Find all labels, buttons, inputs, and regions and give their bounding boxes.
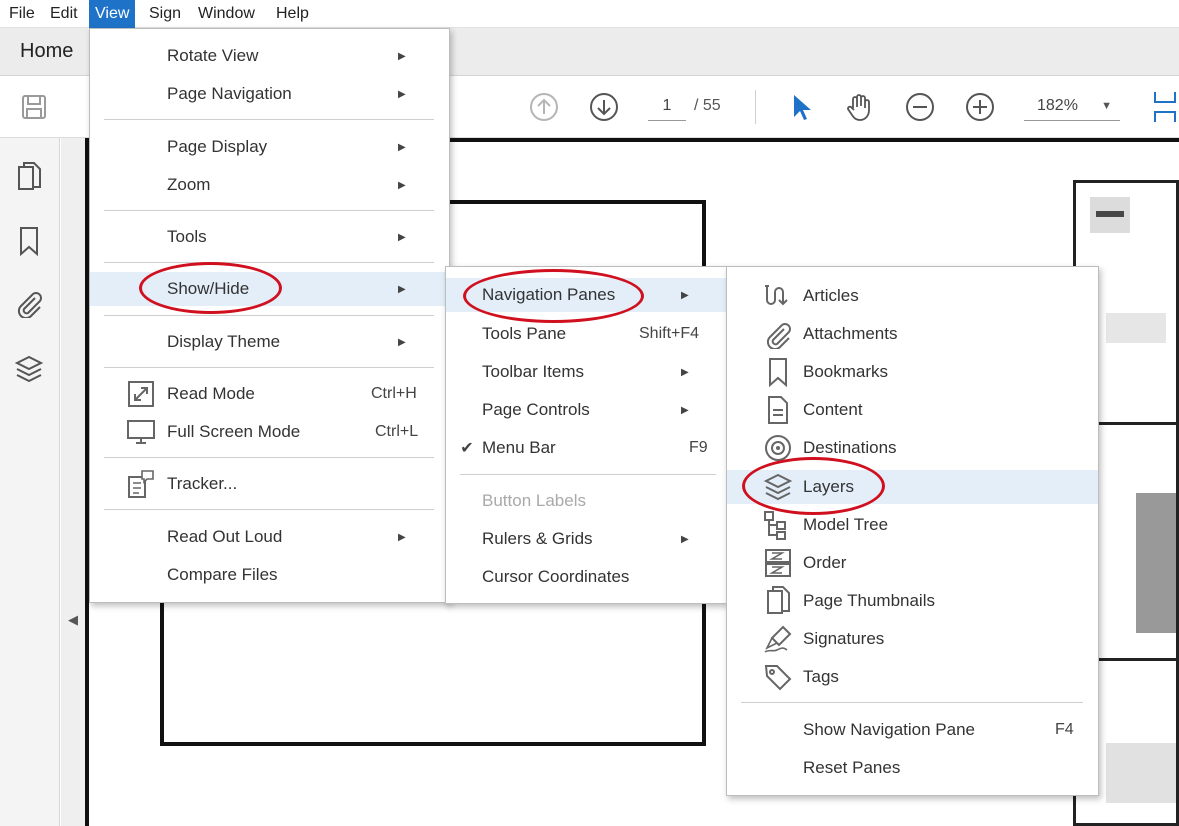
page-thumbnails-icon[interactable]: [12, 160, 46, 194]
toolbar-divider: [755, 90, 756, 124]
page-number-input[interactable]: 1: [648, 91, 686, 121]
menu-item-display-theme[interactable]: Display Theme ▶: [90, 325, 449, 359]
menu-help[interactable]: Help: [270, 0, 315, 28]
menu-item-order[interactable]: Order: [727, 546, 1098, 580]
paperclip-icon[interactable]: [12, 286, 46, 320]
tracker-icon: [126, 469, 156, 499]
hand-tool-icon[interactable]: [843, 91, 875, 123]
submenu-arrow-icon: ▶: [398, 532, 406, 543]
menu-item-signatures[interactable]: Signatures: [727, 622, 1098, 656]
order-icon: [763, 548, 793, 578]
zoom-value: 182%: [1037, 97, 1078, 114]
submenu-arrow-icon: ▶: [398, 89, 406, 100]
submenu-arrow-icon: ▶: [398, 142, 406, 153]
menu-view[interactable]: View: [89, 0, 135, 28]
next-page-icon[interactable]: [588, 91, 620, 123]
submenu-arrow-icon: ▶: [681, 405, 689, 416]
annotation-circle-layers: [742, 457, 885, 515]
paperclip-icon: [763, 319, 793, 349]
menu-item-menu-bar[interactable]: ✔ Menu Bar F9: [446, 431, 726, 465]
fit-page-icon[interactable]: [1148, 91, 1179, 123]
articles-icon: [763, 281, 793, 311]
navigation-panes-submenu: Articles Attachments Bookmarks Content D…: [726, 266, 1099, 796]
layers-icon[interactable]: [12, 352, 46, 386]
menu-bar: File Edit View Sign Window Help: [0, 0, 1179, 28]
menu-file[interactable]: File: [3, 0, 41, 28]
signature-pen-icon: [763, 624, 793, 654]
menu-edit[interactable]: Edit: [44, 0, 84, 28]
page-thumbnails-icon: [763, 586, 793, 616]
menu-item-tools-pane[interactable]: Tools Pane Shift+F4: [446, 317, 726, 351]
menu-separator: [460, 474, 716, 475]
menu-item-page-controls[interactable]: Page Controls ▶: [446, 393, 726, 427]
submenu-arrow-icon: ▶: [398, 180, 406, 191]
menu-item-attachments[interactable]: Attachments: [727, 317, 1098, 351]
save-icon[interactable]: [18, 91, 50, 123]
menu-item-toolbar-items[interactable]: Toolbar Items ▶: [446, 355, 726, 389]
menu-item-articles[interactable]: Articles: [727, 279, 1098, 313]
menu-window[interactable]: Window: [192, 0, 261, 28]
menu-item-full-screen-mode[interactable]: Full Screen Mode Ctrl+L: [90, 415, 449, 449]
submenu-arrow-icon: ▶: [398, 51, 406, 62]
menu-separator: [104, 367, 434, 368]
submenu-arrow-icon: ▶: [398, 337, 406, 348]
menu-separator: [104, 119, 434, 120]
checkmark-icon: ✔: [452, 433, 482, 463]
menu-item-model-tree[interactable]: Model Tree: [727, 508, 1098, 542]
menu-item-page-navigation[interactable]: Page Navigation ▶: [90, 77, 449, 111]
submenu-arrow-icon: ▶: [398, 284, 406, 295]
menu-separator: [104, 509, 434, 510]
menu-item-read-out-loud[interactable]: Read Out Loud ▶: [90, 520, 449, 554]
menu-item-read-mode[interactable]: Read Mode Ctrl+H: [90, 377, 449, 411]
navigation-rail: [0, 138, 60, 826]
zoom-select[interactable]: 182% ▼: [1024, 91, 1120, 121]
menu-separator: [104, 457, 434, 458]
full-screen-icon: [126, 417, 156, 447]
zoom-in-icon[interactable]: [964, 91, 996, 123]
menu-item-cursor-coordinates[interactable]: Cursor Coordinates: [446, 560, 726, 594]
menu-item-show-navigation-pane[interactable]: Show Navigation Pane F4: [727, 713, 1098, 747]
annotation-circle-show-hide: [139, 262, 282, 314]
submenu-arrow-icon: ▶: [681, 367, 689, 378]
menu-item-tags[interactable]: Tags: [727, 660, 1098, 694]
collapse-pane-arrow-icon[interactable]: ◀: [68, 612, 78, 628]
menu-item-zoom[interactable]: Zoom ▶: [90, 168, 449, 202]
menu-separator: [104, 315, 434, 316]
read-mode-icon: [126, 379, 156, 409]
menu-item-page-thumbnails[interactable]: Page Thumbnails: [727, 584, 1098, 618]
menu-item-page-display[interactable]: Page Display ▶: [90, 130, 449, 164]
submenu-arrow-icon: ▶: [681, 534, 689, 545]
menu-item-bookmarks[interactable]: Bookmarks: [727, 355, 1098, 389]
zoom-out-icon[interactable]: [904, 91, 936, 123]
menu-item-button-labels: Button Labels: [446, 484, 726, 518]
menu-item-rotate-view[interactable]: Rotate View ▶: [90, 39, 449, 73]
menu-item-compare-files[interactable]: Compare Files: [90, 558, 449, 592]
menu-separator: [741, 702, 1083, 703]
menu-separator: [104, 262, 434, 263]
bookmark-icon: [763, 357, 793, 387]
menu-sign[interactable]: Sign: [143, 0, 187, 28]
content-icon: [763, 395, 793, 425]
menu-item-rulers-grids[interactable]: Rulers & Grids ▶: [446, 522, 726, 556]
chevron-down-icon: ▼: [1101, 91, 1112, 121]
select-arrow-icon[interactable]: [784, 91, 816, 123]
menu-separator: [104, 210, 434, 211]
menu-item-content[interactable]: Content: [727, 393, 1098, 427]
menu-item-tools[interactable]: Tools ▶: [90, 220, 449, 254]
annotation-circle-navigation-panes: [463, 269, 644, 323]
bookmark-icon[interactable]: [12, 224, 46, 258]
menu-item-tracker[interactable]: Tracker...: [90, 467, 449, 501]
tab-home[interactable]: Home: [0, 28, 88, 76]
submenu-arrow-icon: ▶: [681, 290, 689, 301]
view-menu: Rotate View ▶ Page Navigation ▶ Page Dis…: [89, 28, 450, 603]
page-total: / 55: [694, 91, 721, 121]
model-tree-icon: [763, 510, 793, 540]
submenu-arrow-icon: ▶: [398, 232, 406, 243]
tag-icon: [763, 662, 793, 692]
previous-page-icon[interactable]: [528, 91, 560, 123]
menu-item-reset-panes[interactable]: Reset Panes: [727, 751, 1098, 785]
